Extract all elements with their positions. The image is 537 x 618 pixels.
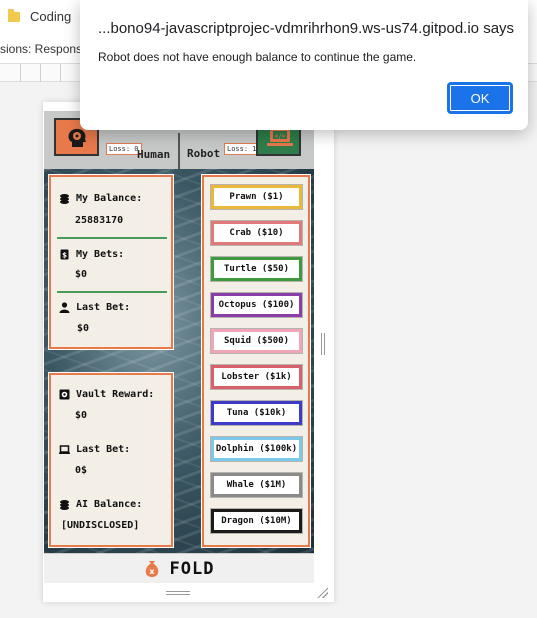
vault-last-bet-value: 0$	[75, 465, 88, 476]
balance-label: My Balance:	[76, 193, 143, 204]
fold-label: FOLD	[169, 558, 215, 579]
user-icon	[59, 302, 70, 313]
dimensions-label[interactable]: sions: Responsi	[0, 42, 85, 56]
last-bet-row: Last Bet:	[59, 302, 130, 313]
bet-button[interactable]: Whale ($1M)	[211, 473, 302, 497]
corner-resize-handle[interactable]	[316, 586, 328, 598]
bet-button[interactable]: Tuna ($10k)	[211, 401, 302, 425]
folder-icon	[8, 8, 20, 22]
ai-balance-row: AI Balance:	[59, 499, 142, 510]
vault-panel: Vault Reward: $0 Last Bet: 0$ AI Balance…	[48, 372, 174, 548]
vault-last-bet-label: Last Bet:	[76, 444, 131, 455]
dialog-message: Robot does not have enough balance to co…	[98, 50, 417, 64]
game-board: My Balance: 25883170 $ My Bets: $0 Last	[44, 169, 314, 553]
bets-label: My Bets:	[76, 249, 125, 260]
laptop-icon	[59, 444, 70, 455]
ai-balance-label: AI Balance:	[76, 499, 143, 510]
robot-loss-chip: Loss: 1	[224, 143, 260, 155]
player-divider	[178, 133, 180, 169]
game-screen: Loss: 0 Human Robot Loss: 1 </> My Balan…	[44, 103, 314, 583]
bets-row: $ My Bets:	[59, 249, 124, 260]
bet-button[interactable]: Turtle ($50)	[211, 257, 302, 281]
bets-value: $0	[75, 269, 88, 280]
bet-buttons-panel: Prawn ($1) Crab ($10) Turtle ($50) Octopus …	[201, 174, 311, 548]
balance-value: 25883170	[75, 215, 124, 226]
divider	[57, 291, 167, 293]
last-bet-value: $0	[77, 323, 90, 334]
alert-dialog: ...bono94-javascriptprojec-vdmrihrhon9.w…	[80, 0, 528, 130]
vault-last-bet-row: Last Bet:	[59, 444, 130, 455]
tab-title: Coding	[30, 9, 72, 24]
player-stats-panel: My Balance: 25883170 $ My Bets: $0 Last	[48, 174, 174, 350]
bet-button[interactable]: Prawn ($1)	[211, 185, 302, 209]
vault-reward-value: $0	[75, 410, 88, 421]
robot-name: Robot	[187, 147, 221, 160]
bet-button[interactable]: Octopus ($100)	[211, 293, 302, 317]
vault-reward-row: Vault Reward:	[59, 389, 154, 400]
device-viewport: Loss: 0 Human Robot Loss: 1 </> My Balan…	[43, 102, 334, 602]
svg-text:</>: </>	[275, 133, 286, 140]
last-bet-label: Last Bet:	[76, 302, 131, 313]
vertical-resize-handle[interactable]	[321, 333, 325, 355]
balance-row: My Balance:	[59, 193, 142, 204]
vault-icon	[59, 389, 70, 400]
dialog-title: ...bono94-javascriptprojec-vdmrihrhon9.w…	[98, 20, 515, 37]
horizontal-resize-handle[interactable]	[166, 591, 190, 595]
coins-icon	[59, 499, 70, 510]
bet-button[interactable]: Lobster ($1k)	[211, 365, 302, 389]
browser-tab[interactable]: Coding	[8, 8, 72, 24]
betting-slip-icon: $	[59, 249, 70, 260]
svg-text:x: x	[149, 567, 155, 576]
ok-button[interactable]: OK	[447, 82, 513, 114]
coins-icon	[59, 193, 70, 204]
bet-button[interactable]: Crab ($10)	[211, 221, 302, 245]
bet-button[interactable]: Dragon ($10M)	[211, 509, 302, 533]
ai-balance-value: [UNDISCLOSED]	[61, 520, 140, 531]
human-name: Human	[137, 148, 171, 161]
svg-text:$: $	[62, 252, 67, 260]
money-bag-icon: x	[144, 560, 160, 578]
bet-button[interactable]: Dolphin ($100k)	[211, 437, 302, 461]
vault-reward-label: Vault Reward:	[76, 389, 155, 400]
divider	[57, 237, 167, 239]
bet-button[interactable]: Squid ($500)	[211, 329, 302, 353]
fold-button[interactable]: x FOLD	[44, 553, 314, 583]
